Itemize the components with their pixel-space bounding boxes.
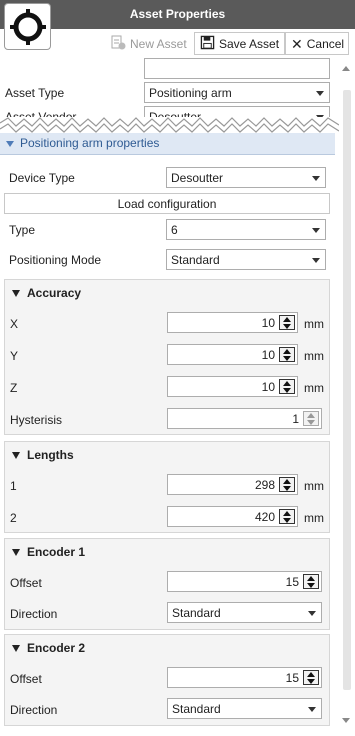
type-label: Type — [9, 223, 36, 237]
section-title: Positioning arm properties — [20, 136, 160, 150]
expand-triangle-icon — [6, 141, 14, 147]
z-input[interactable]: 10 — [167, 376, 298, 397]
device-type-select[interactable]: Desoutter — [166, 167, 326, 188]
y-unit: mm — [304, 349, 324, 363]
collapse-triangle-icon[interactable] — [12, 645, 20, 652]
encoder-2-direction-value: Standard — [172, 702, 221, 716]
positioning-mode-label: Positioning Mode — [9, 253, 102, 267]
chevron-down-icon — [312, 228, 320, 233]
load-configuration-button[interactable]: Load configuration — [4, 193, 330, 214]
length-1-label: 1 — [10, 479, 17, 493]
scroll-down-arrow-icon[interactable] — [342, 718, 350, 723]
asset-type-value: Positioning arm — [149, 86, 232, 100]
spinner-icon[interactable] — [279, 347, 295, 362]
hysteresis-value: 1 — [292, 412, 299, 426]
x-label: X — [10, 317, 19, 331]
positioning-mode-value: Standard — [171, 253, 220, 267]
chevron-down-icon — [308, 707, 316, 712]
spinner-icon[interactable] — [279, 477, 295, 492]
z-value: 10 — [261, 380, 275, 394]
target-logo-icon — [4, 3, 51, 50]
lengths-title: Lengths — [27, 448, 74, 462]
length-1-value: 298 — [254, 478, 275, 492]
collapse-triangle-icon[interactable] — [12, 452, 20, 459]
spinner-icon[interactable] — [303, 574, 319, 589]
encoder-1-direction-value: Standard — [172, 606, 221, 620]
save-asset-button[interactable]: Save Asset — [194, 32, 286, 55]
length-1-unit: mm — [304, 479, 324, 493]
length-2-value: 420 — [254, 510, 275, 524]
toolbar: New Asset Save Asset ✕ Cancel — [0, 29, 355, 59]
chevron-down-icon — [316, 91, 324, 96]
z-unit: mm — [304, 381, 324, 395]
y-label: Y — [10, 349, 19, 363]
encoder-2-offset-input[interactable]: 15 — [167, 667, 322, 688]
save-asset-label: Save Asset — [219, 36, 280, 51]
encoder-2-direction-select[interactable]: Standard — [167, 698, 322, 719]
encoder-1-direction-label: Direction — [10, 607, 58, 621]
hysteresis-label: Hysterisis — [10, 413, 63, 427]
length-2-unit: mm — [304, 511, 324, 525]
hysteresis-input[interactable]: 1 — [167, 408, 322, 429]
cut-line — [0, 117, 340, 133]
asset-type-select[interactable]: Positioning arm — [144, 82, 330, 103]
spinner-icon[interactable] — [303, 411, 319, 426]
encoder-2-offset-label: Offset — [10, 672, 42, 686]
encoder-1-direction-select[interactable]: Standard — [167, 602, 322, 623]
collapse-triangle-icon[interactable] — [12, 549, 20, 556]
scroll-thumb[interactable] — [343, 90, 351, 690]
new-document-icon — [110, 34, 126, 53]
encoder-1-offset-input[interactable]: 15 — [167, 571, 322, 592]
type-select[interactable]: 6 — [166, 219, 326, 240]
encoder-1-offset-label: Offset — [10, 576, 42, 590]
spinner-icon[interactable] — [279, 379, 295, 394]
scroll-up-arrow-icon[interactable] — [342, 66, 350, 71]
chevron-down-icon — [312, 176, 320, 181]
new-asset-label: New Asset — [130, 36, 187, 51]
collapse-triangle-icon[interactable] — [12, 290, 20, 297]
length-2-input[interactable]: 420 — [167, 506, 298, 527]
encoder-1-offset-value: 15 — [285, 575, 299, 589]
x-input[interactable]: 10 — [167, 312, 298, 333]
accuracy-title: Accuracy — [27, 286, 82, 300]
positioning-mode-select[interactable]: Standard — [166, 249, 326, 270]
cancel-button[interactable]: ✕ Cancel — [285, 32, 349, 55]
z-label: Z — [10, 381, 18, 395]
chevron-down-icon — [312, 258, 320, 263]
encoder-2-title: Encoder 2 — [27, 641, 86, 655]
length-2-label: 2 — [10, 511, 17, 525]
partial-field[interactable] — [144, 58, 330, 79]
x-unit: mm — [304, 317, 324, 331]
encoder-2-direction-label: Direction — [10, 703, 58, 717]
floppy-disk-icon — [200, 35, 215, 53]
asset-type-label: Asset Type — [5, 86, 65, 100]
x-value: 10 — [261, 316, 275, 330]
chevron-down-icon — [308, 611, 316, 616]
cancel-label: Cancel — [306, 36, 345, 51]
y-input[interactable]: 10 — [167, 344, 298, 365]
spinner-icon[interactable] — [279, 315, 295, 330]
length-1-input[interactable]: 298 — [167, 474, 298, 495]
encoder-2-offset-value: 15 — [285, 671, 299, 685]
close-icon: ✕ — [291, 35, 303, 52]
title-bar: Asset Properties — [0, 0, 355, 29]
new-asset-button[interactable]: New Asset — [104, 32, 193, 55]
type-value: 6 — [171, 223, 178, 237]
spinner-icon[interactable] — [303, 670, 319, 685]
positioning-arm-section-header[interactable]: Positioning arm properties — [0, 133, 335, 155]
device-type-value: Desoutter — [171, 171, 224, 185]
window-title: Asset Properties — [129, 7, 226, 21]
device-type-label: Device Type — [9, 171, 75, 185]
spinner-icon[interactable] — [279, 509, 295, 524]
encoder-1-title: Encoder 1 — [27, 545, 86, 559]
y-value: 10 — [261, 348, 275, 362]
